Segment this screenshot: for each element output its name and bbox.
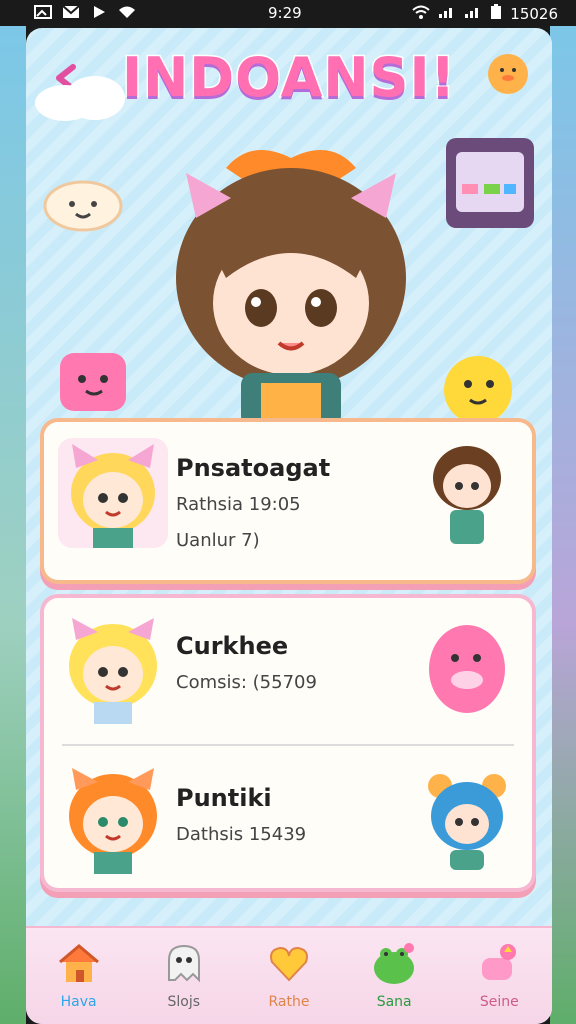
background-left-edge <box>0 26 26 1024</box>
cloud-decoration-left <box>35 76 125 121</box>
cloud-face-icon <box>43 180 123 232</box>
battery-value: 15026 <box>510 5 558 23</box>
character-list-card: Curkhee Comsis: (55709 Puntiki Dathsis 1… <box>44 598 532 888</box>
chibi-character-icon <box>433 446 501 544</box>
toolbox-icon <box>446 138 534 228</box>
character-avatar <box>69 768 157 874</box>
character-name: Puntiki <box>176 784 272 812</box>
nav-label-slojs: Slojs <box>167 994 201 1010</box>
signal-icon <box>438 5 456 23</box>
wifi-small-icon <box>118 4 136 20</box>
heart-icon <box>269 946 308 982</box>
status-left-icons <box>34 4 136 20</box>
house-icon <box>58 944 99 982</box>
character-stat: Comsis: (55709 <box>176 672 317 693</box>
list-divider <box>62 744 514 746</box>
nav-item-sana[interactable]: Sana <box>344 928 444 1024</box>
nav-item-slojs[interactable]: Slojs <box>134 928 234 1024</box>
background-right-edge <box>550 26 576 1024</box>
pink-chat-icon <box>482 944 517 980</box>
image-icon <box>34 4 52 20</box>
yellow-blob-icon <box>444 356 512 424</box>
play-icon <box>90 4 108 20</box>
nav-label-seine: Seine <box>479 994 519 1010</box>
signal-icon-2 <box>464 5 482 23</box>
pink-blob-icon <box>429 625 505 713</box>
list-item[interactable]: Puntiki Dathsis 15439 <box>44 748 532 888</box>
nav-label-home: Hava <box>60 994 97 1010</box>
character-stat: Rathsia 19:05 <box>176 494 301 515</box>
character-name: Pnsatoagat <box>176 454 331 482</box>
character-card[interactable]: Pnsatoagat Rathsia 19:05 Uanlur 7) <box>44 422 532 580</box>
status-right-icons: 15026 <box>412 4 558 24</box>
app-screen: INDOANSI! Pnsatoagat Rathsia 19:05 Uanlu… <box>26 28 552 1024</box>
ghost-icon <box>167 944 200 983</box>
mail-icon <box>62 4 80 20</box>
bottom-nav: Hava Slojs Rathe Sana Seine <box>26 926 552 1024</box>
status-time: 9:29 <box>268 4 302 22</box>
list-item[interactable]: Curkhee Comsis: (55709 <box>44 598 532 738</box>
duck-mascot-icon <box>488 54 528 94</box>
character-avatar <box>69 618 157 724</box>
wifi-icon <box>412 5 430 23</box>
nav-item-home[interactable]: Hava <box>29 928 129 1024</box>
green-frog-icon <box>374 943 415 984</box>
status-bar: 9:29 15026 <box>0 0 576 26</box>
character-avatar <box>58 438 168 548</box>
nav-label-rathe: Rathe <box>268 994 310 1010</box>
nav-item-seine[interactable]: Seine <box>449 928 549 1024</box>
pink-box-icon <box>60 353 126 411</box>
app-title: INDOANSI! <box>120 45 456 111</box>
battery-icon <box>490 4 502 24</box>
nav-label-sana: Sana <box>376 994 412 1010</box>
character-stat-secondary: Uanlur 7) <box>176 530 260 551</box>
nav-item-rathe[interactable]: Rathe <box>239 928 339 1024</box>
blue-bear-icon <box>428 774 506 870</box>
main-character-illustration <box>176 150 406 428</box>
character-name: Curkhee <box>176 632 289 660</box>
character-stat: Dathsis 15439 <box>176 824 307 845</box>
title-text: INDOANSI! <box>120 45 457 111</box>
